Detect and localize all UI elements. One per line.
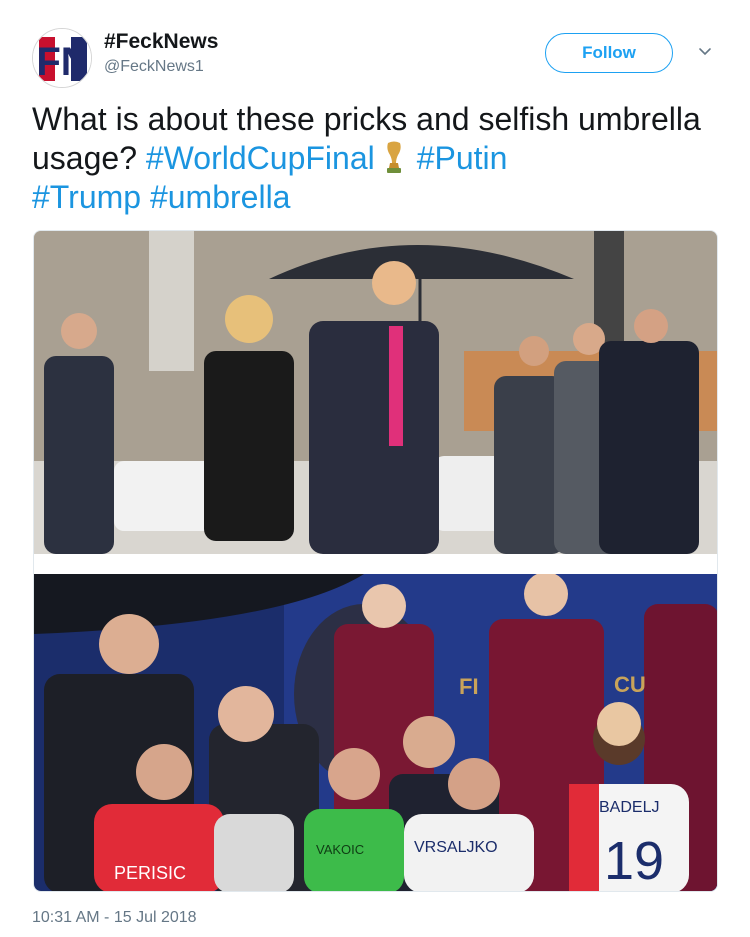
hashtag-putin[interactable]: #Putin	[417, 140, 508, 176]
fecknews-logo: FN	[33, 29, 91, 87]
trophy-icon	[386, 141, 401, 173]
photo-top-image	[34, 231, 717, 554]
hashtag-umbrella[interactable]: #umbrella	[150, 179, 291, 215]
photo-bottom-image: PERISIC VAKOIC VRSALJKO BADELJ 19 FI CU	[34, 574, 717, 891]
author-display-name[interactable]: #FeckNews	[104, 30, 218, 54]
follow-button[interactable]: Follow	[545, 33, 673, 73]
photo-divider	[34, 554, 717, 574]
backdrop-letters-cu: CU	[614, 672, 646, 697]
jersey-name-badelj: BADELJ	[599, 799, 659, 816]
tweet-timestamp[interactable]: 10:31 AM - 15 Jul 2018	[32, 909, 197, 927]
avatar[interactable]: FN	[32, 28, 92, 88]
hashtag-worldcupfinal[interactable]: #WorldCupFinal	[146, 140, 375, 176]
jersey-name-vakoic: VAKOIC	[316, 842, 364, 857]
jersey-name-vrsaljko: VRSALJKO	[414, 839, 498, 856]
photo-bottom-ceremony[interactable]: PERISIC VAKOIC VRSALJKO BADELJ 19 FI CU	[34, 574, 717, 891]
chevron-down-icon[interactable]	[697, 44, 713, 60]
hashtag-trump[interactable]: #Trump	[32, 179, 141, 215]
backdrop-letters-fi: FI	[459, 674, 479, 699]
tweet-text: What is about these pricks and selfish u…	[32, 100, 722, 217]
jersey-name-perisic: PERISIC	[114, 863, 186, 883]
tweet-media[interactable]: PERISIC VAKOIC VRSALJKO BADELJ 19 FI CU	[33, 230, 718, 892]
photo-top-umbrella[interactable]	[34, 231, 717, 554]
author-handle[interactable]: @FeckNews1	[104, 58, 204, 76]
avatar-letters: FN	[36, 40, 89, 84]
jersey-number: 19	[604, 831, 664, 891]
